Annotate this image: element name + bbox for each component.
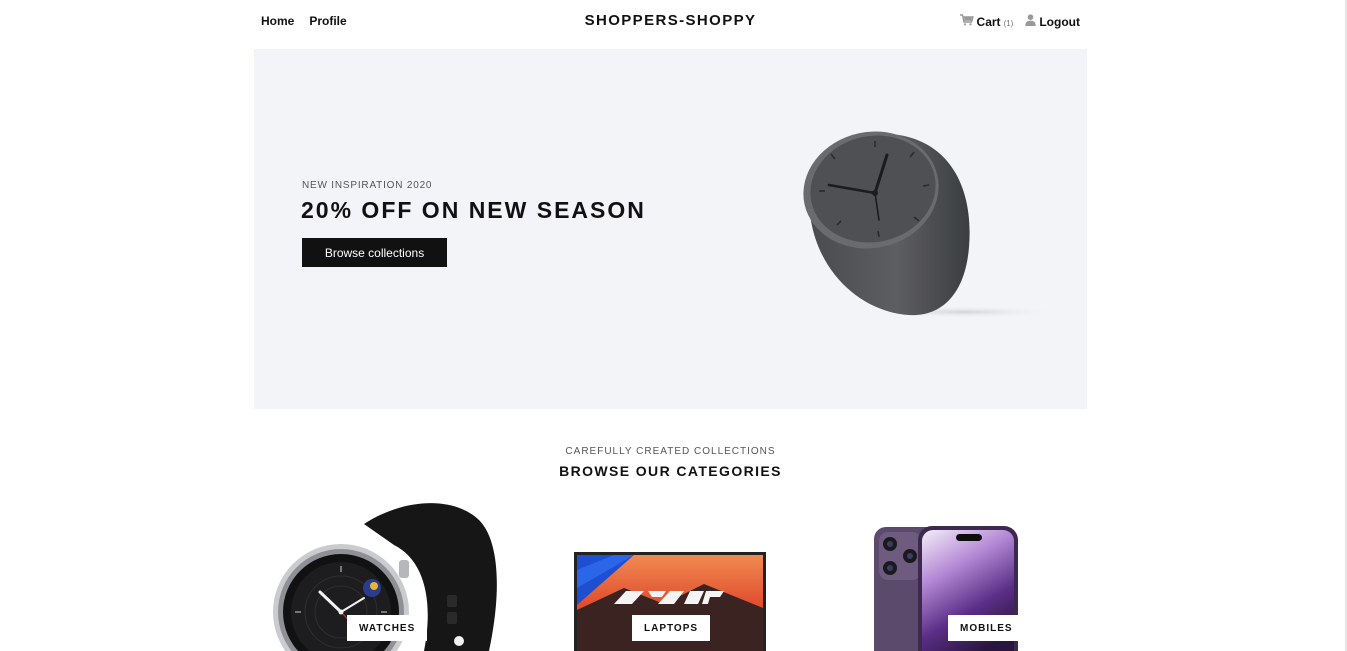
cart-count-badge: (1) <box>1003 18 1014 28</box>
cart-link[interactable]: Cart (1) <box>959 14 1014 29</box>
page-container: Home Profile SHOPPERS-SHOPPY Cart (1) Lo… <box>254 0 1087 651</box>
cart-icon <box>959 14 974 29</box>
logout-label: Logout <box>1039 14 1080 29</box>
category-label-laptops[interactable]: LAPTOPS <box>632 615 711 641</box>
categories-title: BROWSE OUR CATEGORIES <box>559 463 782 479</box>
category-card-laptops[interactable]: LAPTOPS <box>554 500 814 651</box>
account-nav: Cart (1) Logout <box>959 14 1080 29</box>
hero-title: 20% OFF ON NEW SEASON <box>301 197 646 223</box>
category-card-watches[interactable]: WATCHES <box>254 500 514 651</box>
category-card-mobiles[interactable]: MOBILES <box>854 500 1114 651</box>
site-header: Home Profile SHOPPERS-SHOPPY Cart (1) Lo… <box>254 0 1087 44</box>
user-icon <box>1025 14 1037 29</box>
category-label-mobiles[interactable]: MOBILES <box>948 615 1025 641</box>
cart-label: Cart <box>976 14 1001 29</box>
hero-clock-image <box>803 131 1059 318</box>
hero-banner: NEW INSPIRATION 2020 20% OFF ON NEW SEAS… <box>254 49 1087 409</box>
categories-subtitle: CAREFULLY CREATED COLLECTIONS <box>565 446 776 457</box>
browse-collections-button[interactable]: Browse collections <box>302 238 447 267</box>
category-label-watches[interactable]: WATCHES <box>347 615 428 641</box>
hero-subtitle: NEW INSPIRATION 2020 <box>302 180 433 191</box>
logout-link[interactable]: Logout <box>1025 14 1080 29</box>
